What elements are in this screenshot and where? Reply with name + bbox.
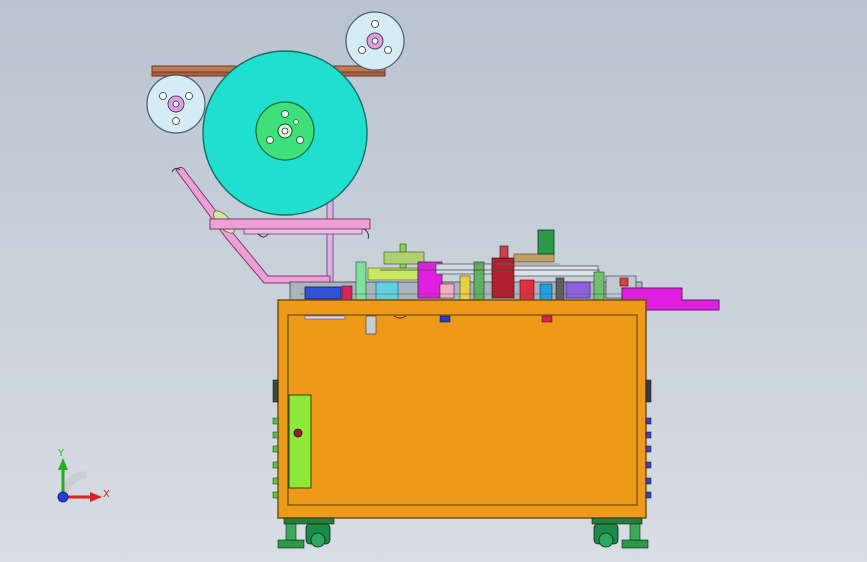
small-reel-right xyxy=(345,11,405,71)
cabinet xyxy=(277,299,647,519)
axis-y-label: Y xyxy=(57,448,65,459)
support-post xyxy=(326,197,334,285)
door-panel xyxy=(288,394,312,489)
cad-viewport[interactable]: Y X xyxy=(0,0,867,562)
caster-left xyxy=(277,517,335,549)
caster-right xyxy=(591,517,649,549)
axis-triad[interactable]: Y X xyxy=(57,448,110,503)
top-mechanism xyxy=(289,229,643,301)
axis-z-dot xyxy=(57,491,69,503)
small-reel-left xyxy=(146,74,206,134)
main-reel xyxy=(202,50,368,216)
machine-drawing: Y X xyxy=(57,11,720,549)
axis-x-label: X xyxy=(103,489,110,500)
